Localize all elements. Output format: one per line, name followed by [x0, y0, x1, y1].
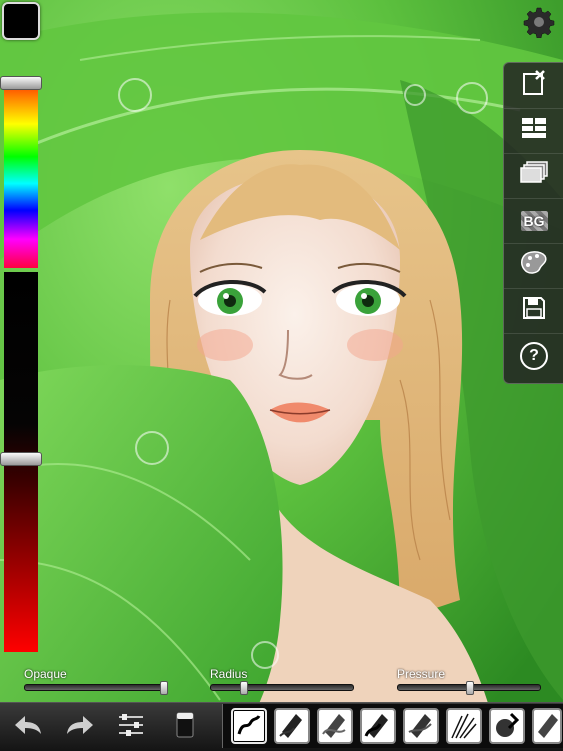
background-icon: BG: [520, 210, 548, 231]
gear-icon[interactable]: [523, 6, 555, 39]
pressure-slider-knob[interactable]: [466, 681, 475, 695]
brush-6[interactable]: [446, 708, 482, 744]
layers-button[interactable]: [504, 153, 563, 199]
save-button[interactable]: [504, 288, 563, 334]
brush-5[interactable]: [403, 708, 439, 744]
opaque-slider[interactable]: [24, 684, 168, 691]
redo-arrow-icon: [65, 714, 95, 741]
brush-7[interactable]: [489, 708, 525, 744]
new-canvas-button[interactable]: [504, 63, 563, 109]
brightness-slider-handle[interactable]: [0, 452, 42, 467]
undo-arrow-icon: [13, 714, 43, 741]
current-color-swatch[interactable]: [2, 2, 40, 40]
layers-icon: [520, 161, 548, 190]
brush-tray: [222, 704, 563, 748]
sliders-icon: [117, 712, 145, 743]
brush-4[interactable]: [360, 708, 396, 744]
pressure-label: Pressure: [397, 667, 446, 681]
palette-button[interactable]: [504, 243, 563, 289]
new-canvas-icon: [521, 69, 547, 102]
radius-slider-knob[interactable]: [239, 681, 248, 695]
opaque-slider-knob[interactable]: [160, 681, 169, 695]
eraser-icon: [174, 711, 196, 744]
grid-icon: [521, 117, 547, 144]
tool-panel: BG ?: [503, 62, 563, 384]
brush-3[interactable]: [317, 708, 353, 744]
brush-8[interactable]: [532, 708, 562, 744]
save-icon: [523, 297, 545, 324]
radius-slider[interactable]: [210, 684, 354, 691]
help-button[interactable]: ?: [504, 333, 563, 378]
brush-2[interactable]: [274, 708, 310, 744]
brush-1[interactable]: [231, 708, 267, 744]
radius-label: Radius: [210, 667, 248, 681]
redo-button[interactable]: [62, 711, 98, 743]
undo-button[interactable]: [10, 711, 46, 743]
help-icon: ?: [520, 341, 548, 370]
palette-icon: [520, 250, 548, 281]
brush-settings-button[interactable]: [113, 711, 149, 743]
opaque-label: Opaque: [24, 667, 67, 681]
drawing-canvas[interactable]: [0, 0, 563, 750]
hue-slider[interactable]: [4, 76, 38, 268]
hue-slider-handle[interactable]: [0, 75, 42, 90]
background-button[interactable]: BG: [504, 198, 563, 244]
eraser-button[interactable]: [167, 711, 203, 743]
grid-button[interactable]: [504, 108, 563, 154]
